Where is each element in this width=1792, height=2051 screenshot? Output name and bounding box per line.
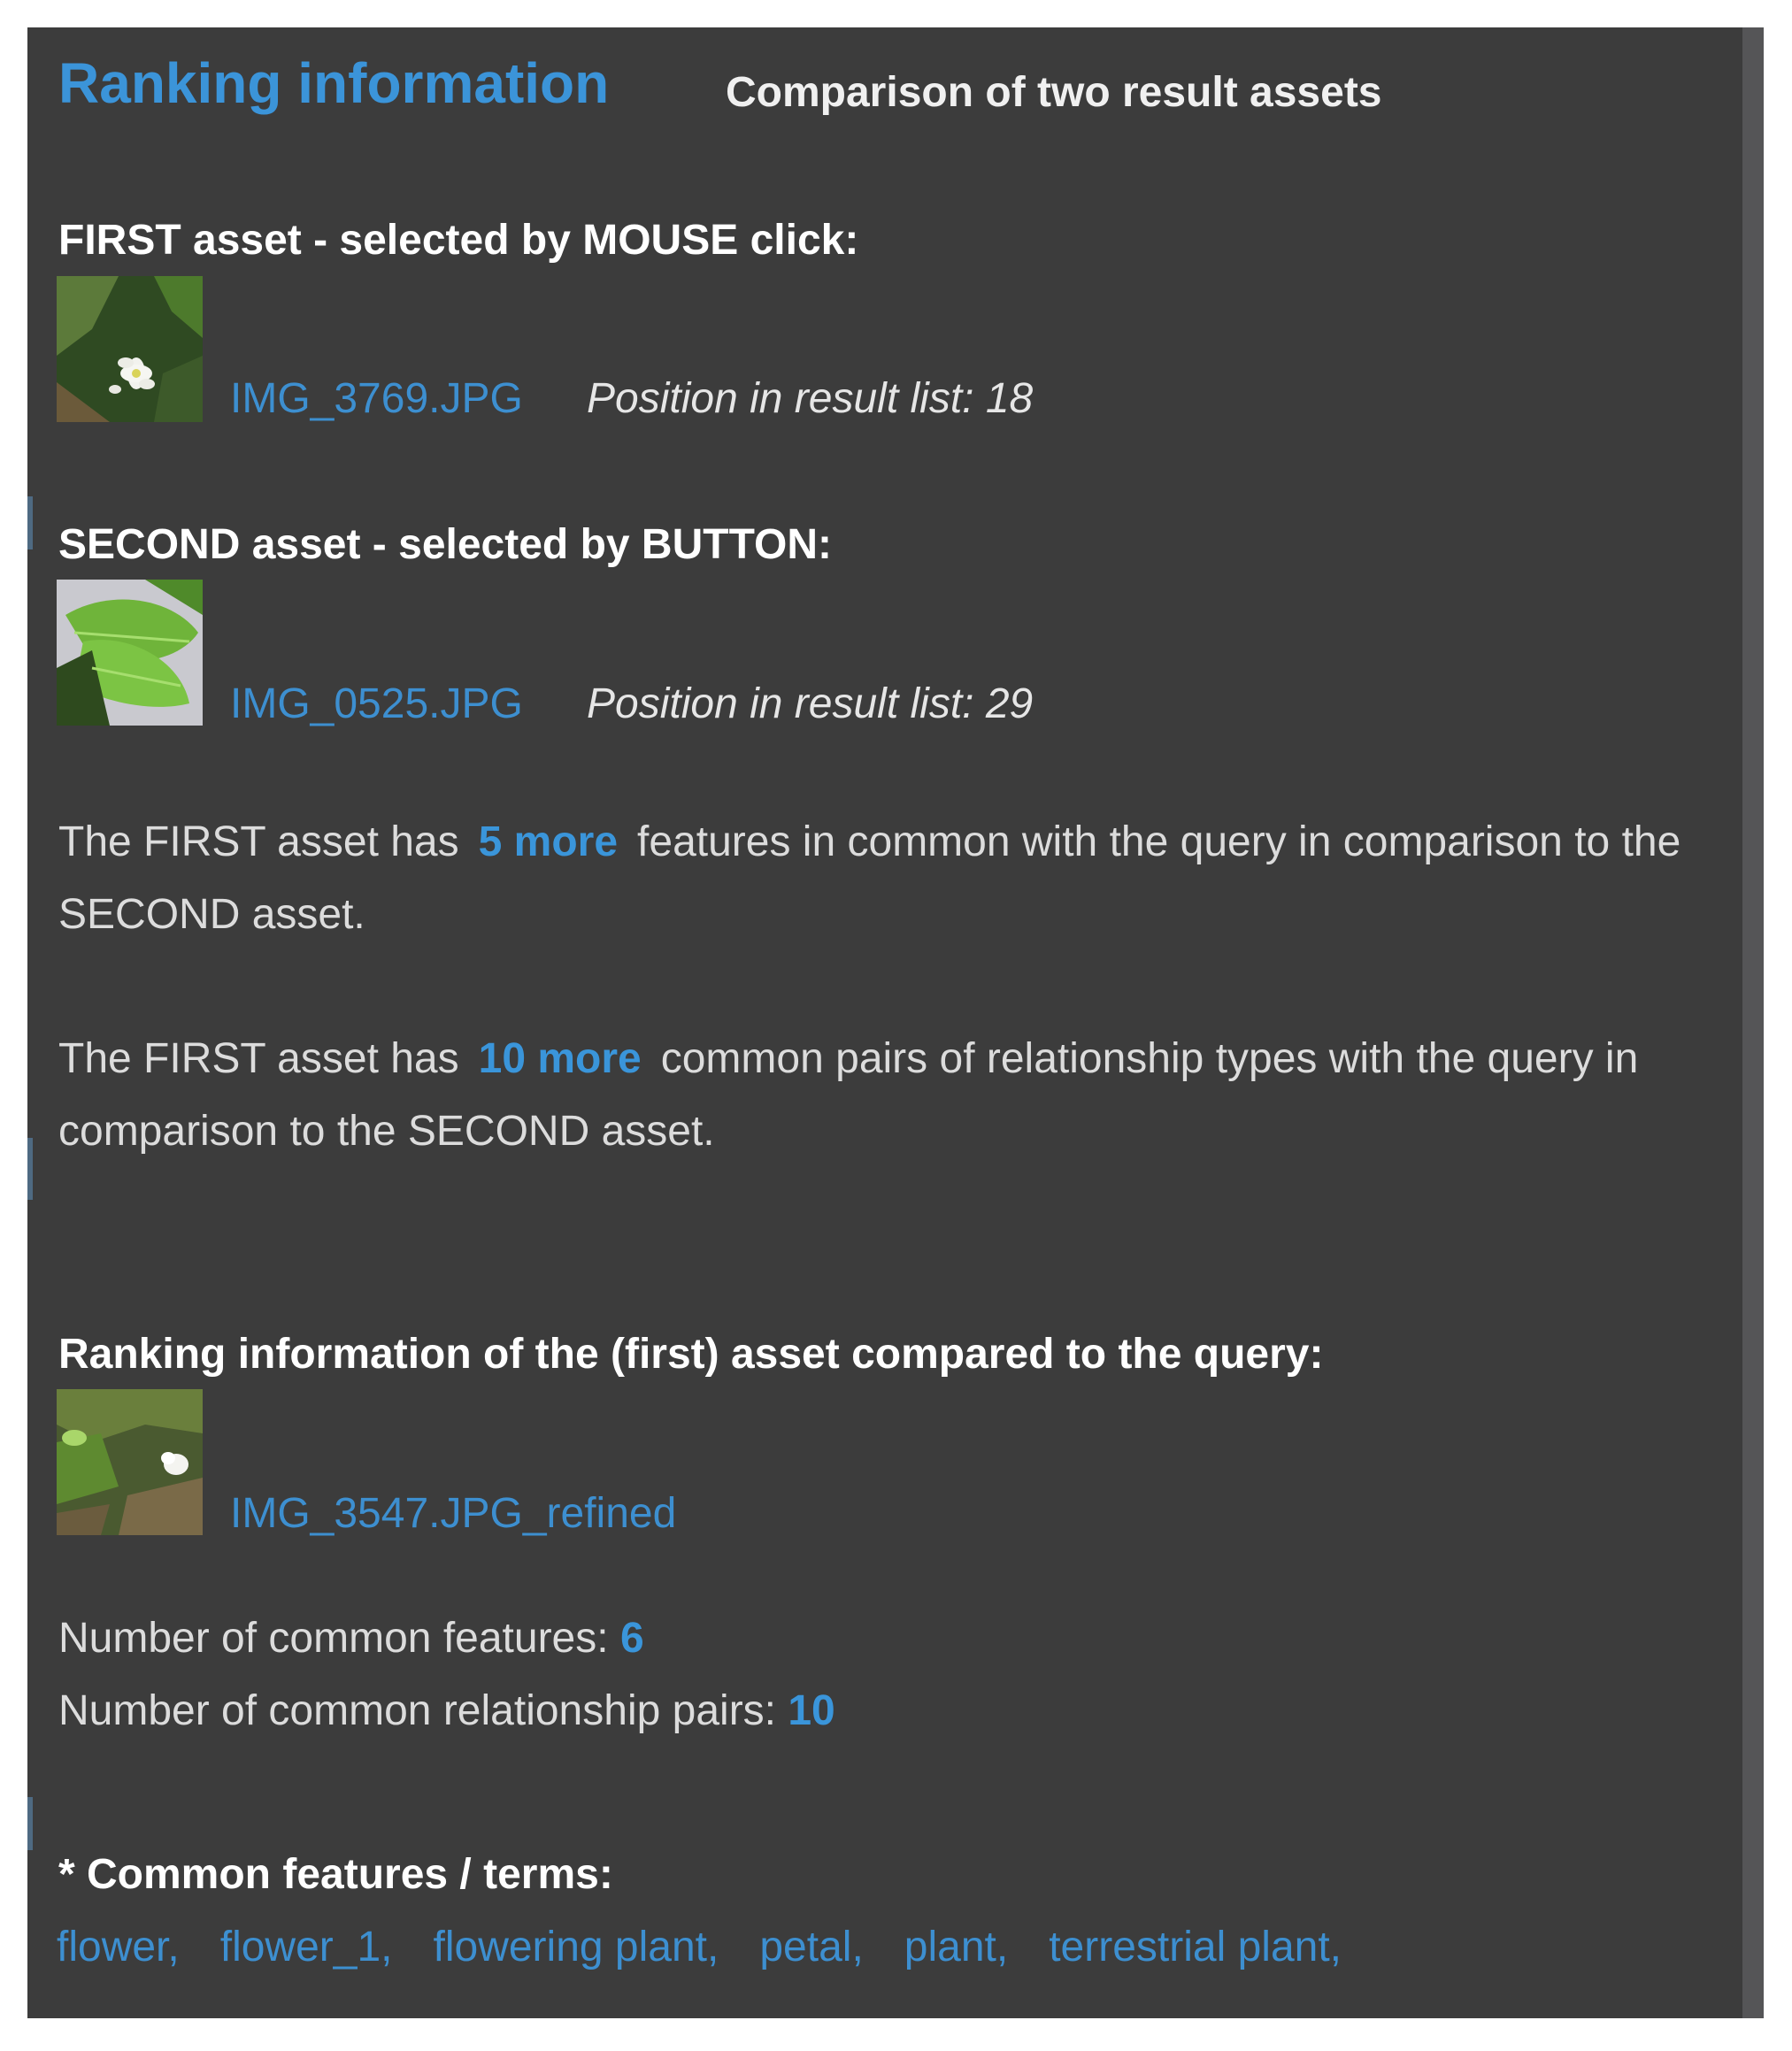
garden-plant-photo-icon bbox=[57, 1389, 203, 1535]
second-asset-filename-link[interactable]: IMG_0525.JPG bbox=[230, 680, 523, 728]
term-link[interactable]: terrestrial plant, bbox=[1049, 1923, 1342, 1971]
term-link[interactable]: petal, bbox=[759, 1923, 863, 1971]
first-asset-heading: FIRST asset - selected by MOUSE click: bbox=[58, 217, 859, 264]
ranking-asset-thumbnail[interactable] bbox=[57, 1389, 203, 1535]
panel-subtitle: Comparison of two result assets bbox=[726, 69, 1382, 116]
left-edge-marker bbox=[27, 1797, 33, 1850]
left-edge-marker bbox=[27, 496, 33, 549]
ranking-info-panel: Ranking information Comparison of two re… bbox=[27, 27, 1764, 2018]
white-flower-photo-icon bbox=[57, 276, 203, 422]
vertical-scrollbar[interactable] bbox=[1742, 27, 1764, 2018]
common-terms-list: flower, flower_1, flowering plant, petal… bbox=[57, 1923, 1382, 1971]
relationship-comparison-text: The FIRST asset has 10 more common pairs o… bbox=[58, 1023, 1704, 1168]
term-link[interactable]: flower, bbox=[57, 1923, 180, 1971]
left-edge-marker bbox=[27, 1138, 33, 1200]
common-pairs-label: Number of common relationship pairs: bbox=[58, 1687, 777, 1734]
green-leaves-photo-icon bbox=[57, 580, 203, 726]
relationship-comparison-value: 10 more bbox=[478, 1035, 642, 1082]
common-features-count: Number of common features: 6 bbox=[58, 1612, 1704, 1665]
second-asset-position: Position in result list: 29 bbox=[587, 680, 1034, 727]
term-link[interactable]: plant, bbox=[904, 1923, 1008, 1971]
feature-comparison-prefix: The FIRST asset has bbox=[58, 818, 459, 865]
common-pairs-value: 10 bbox=[788, 1687, 835, 1734]
term-link[interactable]: flowering plant, bbox=[434, 1923, 719, 1971]
first-asset-position: Position in result list: 18 bbox=[587, 375, 1034, 422]
term-link[interactable]: flower_1, bbox=[220, 1923, 393, 1971]
second-asset-thumbnail[interactable] bbox=[57, 580, 203, 726]
common-features-value: 6 bbox=[619, 1615, 644, 1662]
common-pairs-count: Number of common relationship pairs: 10 bbox=[58, 1685, 1704, 1738]
feature-comparison-value: 5 more bbox=[478, 818, 619, 865]
second-asset-heading: SECOND asset - selected by BUTTON: bbox=[58, 521, 833, 568]
first-asset-filename-link[interactable]: IMG_3769.JPG bbox=[230, 374, 523, 423]
panel-title: Ranking information bbox=[58, 51, 610, 115]
feature-comparison-text: The FIRST asset has 5 more features in com… bbox=[58, 806, 1704, 951]
common-features-label: Number of common features: bbox=[58, 1615, 609, 1662]
common-terms-heading: * Common features / terms: bbox=[58, 1851, 613, 1898]
first-asset-thumbnail[interactable] bbox=[57, 276, 203, 422]
ranking-asset-filename-link[interactable]: IMG_3547.JPG_refined bbox=[230, 1489, 676, 1538]
ranking-heading: Ranking information of the (first) asset… bbox=[58, 1331, 1324, 1378]
relationship-comparison-prefix: The FIRST asset has bbox=[58, 1035, 459, 1082]
